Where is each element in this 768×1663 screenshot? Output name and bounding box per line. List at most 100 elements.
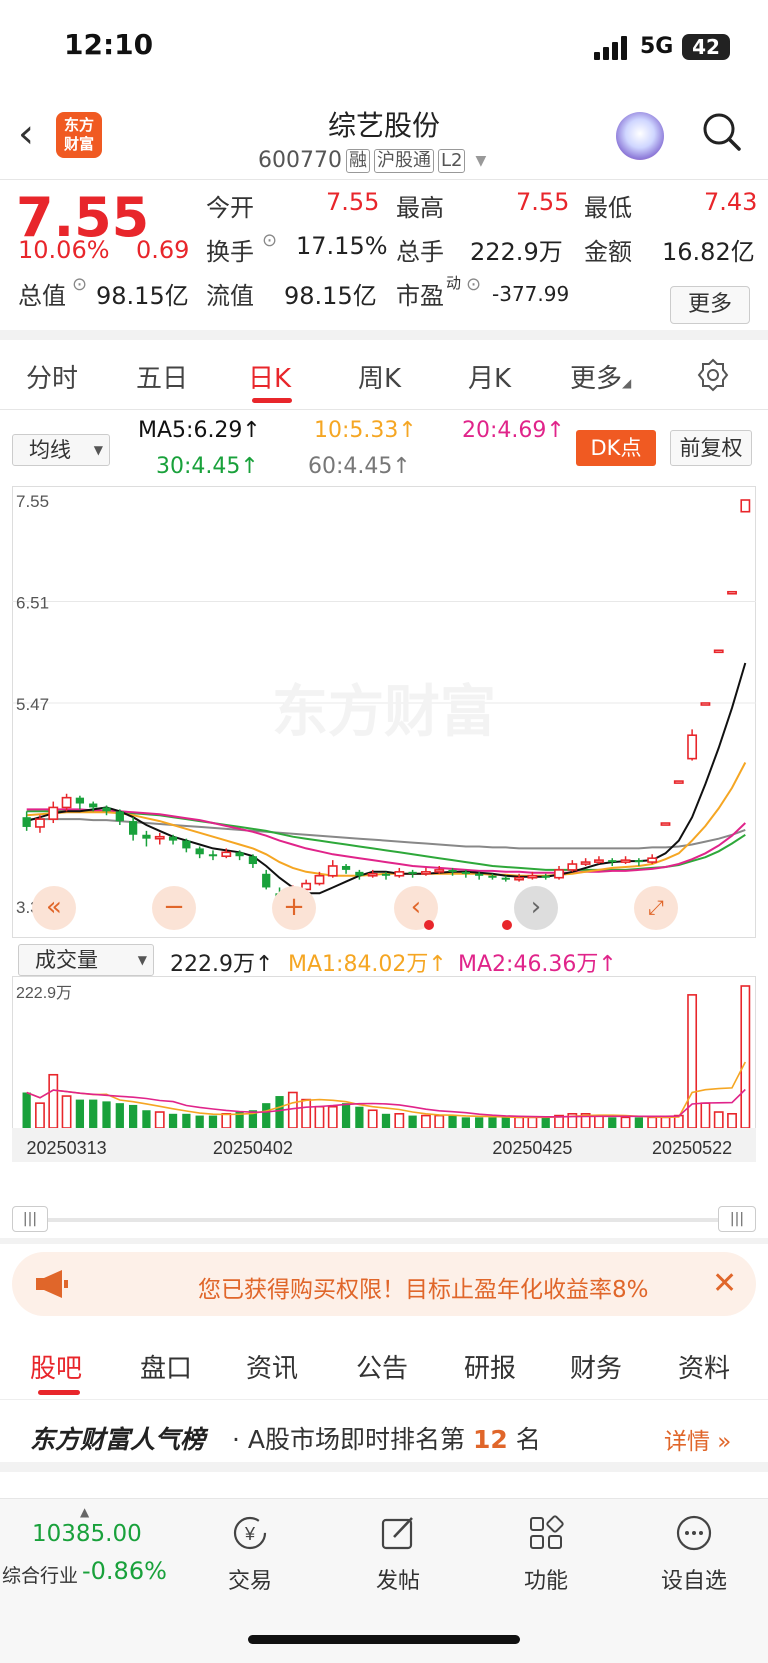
rank-detail-link[interactable]: 详情 »: [664, 1422, 731, 1456]
volume-bar: [355, 1106, 364, 1128]
volume-bar: [620, 1116, 631, 1129]
vol-ma2-label: MA2:46.36万↑: [458, 952, 617, 977]
adjust-button[interactable]: 前复权: [670, 430, 752, 466]
indicator-select[interactable]: 均线 ▼: [12, 434, 110, 466]
volume-chart[interactable]: 222.9万 20250313 20250402 20250425 20250522: [12, 976, 756, 1162]
range-slider[interactable]: ||| |||: [12, 1206, 756, 1232]
rank-brand: 东方财富人气榜: [30, 1425, 206, 1454]
float-value: 98.15亿: [284, 282, 377, 310]
tab-intraday[interactable]: 分时: [26, 358, 78, 395]
volume-bar: [461, 1117, 470, 1128]
rewind-icon[interactable]: «: [32, 886, 76, 930]
status-time: 12:10: [64, 28, 154, 61]
tab-daily-k[interactable]: 日K: [248, 358, 291, 395]
turnover-value: 17.15%: [296, 232, 388, 260]
candle-body: [195, 848, 204, 855]
event-dot[interactable]: [424, 920, 434, 930]
zoom-in-icon[interactable]: +: [272, 886, 316, 930]
mktcap-label: 总值: [18, 282, 66, 310]
promo-banner[interactable]: 您已获得购买权限！目标止盈年化收益率8% ✕: [12, 1252, 756, 1316]
date-tick-label: 20250313: [27, 1138, 107, 1158]
price-tick-label: 6.51: [16, 594, 49, 613]
range-handle-left[interactable]: |||: [12, 1206, 48, 1232]
zoom-out-icon[interactable]: −: [152, 886, 196, 930]
bottom-nav: ▲ 10385.00 综合行业 -0.86% ¥ 交易 发帖 功能 设自选: [0, 1498, 768, 1663]
nav-trade-label: 交易: [227, 1569, 272, 1594]
nav-watchlist[interactable]: 设自选: [644, 1513, 744, 1595]
volume-bar: [740, 985, 751, 1129]
stock-header: ‹ 东方 财富 综艺股份 600770 融 沪股通 L2 ▼: [0, 96, 768, 180]
index-change[interactable]: -0.86%: [82, 1557, 167, 1585]
candle-body: [168, 836, 178, 841]
tag-margin: 融: [345, 148, 370, 173]
dk-point-button[interactable]: DK点: [576, 430, 656, 466]
more-button[interactable]: 更多: [670, 286, 750, 324]
index-name[interactable]: 综合行业: [2, 1561, 78, 1588]
nav-trade[interactable]: ¥ 交易: [200, 1513, 300, 1595]
promo-text: 您已获得购买权限！目标止盈年化收益率8%: [198, 1277, 649, 1303]
tab-five-day[interactable]: 五日: [136, 358, 188, 395]
tab-research[interactable]: 研报: [464, 1348, 516, 1385]
tab-monthly-k[interactable]: 月K: [468, 358, 511, 395]
volume-bar: [341, 1103, 351, 1128]
mktcap-value: 98.15亿: [96, 282, 189, 310]
candle-body: [154, 835, 165, 840]
tab-more-label: 更多: [570, 364, 623, 394]
event-dot[interactable]: [502, 920, 512, 930]
popularity-rank[interactable]: 东方财富人气榜 · A股市场即时排名第 12 名 详情 »: [0, 1400, 768, 1472]
pe-sup: 动: [446, 274, 462, 292]
content-tabs: 股吧 盘口 资讯 公告 研报 财务 资料: [0, 1330, 768, 1400]
range-handle-right[interactable]: |||: [718, 1206, 756, 1232]
candle-body: [221, 851, 232, 858]
open-label: 今开: [206, 194, 254, 222]
quote-panel: 7.55 10.06% 0.69 今开 7.55 最高 7.55 最低 7.43…: [0, 180, 768, 340]
robot-assistant-icon[interactable]: [616, 112, 664, 160]
volume-bar: [713, 1111, 724, 1129]
candle-body: [262, 873, 271, 888]
volume-bar: [115, 1103, 124, 1128]
candle-body: [89, 803, 98, 808]
tab-announcements[interactable]: 公告: [356, 1348, 408, 1385]
svg-text:¥: ¥: [244, 1524, 256, 1544]
home-indicator: [248, 1635, 520, 1644]
candle-body: [727, 590, 737, 595]
active-tab-indicator: [38, 1390, 80, 1395]
tab-news[interactable]: 资讯: [246, 1348, 298, 1385]
candle-body: [475, 873, 484, 876]
settings-gear-icon[interactable]: [696, 358, 730, 392]
ma10-label: 10:5.33↑: [314, 418, 417, 443]
candlestick-chart[interactable]: 东方财富 7.556.515.473.39: [12, 486, 756, 938]
nav-functions[interactable]: 功能: [496, 1513, 596, 1595]
volume-bar: [634, 1117, 643, 1128]
status-bar: 12:10 5G 42: [0, 0, 768, 96]
volume-bar: [448, 1115, 457, 1128]
search-icon[interactable]: [702, 112, 742, 152]
close-icon[interactable]: ✕: [712, 1266, 737, 1301]
candle-body: [514, 876, 525, 881]
volume-indicator-select[interactable]: 成交量 ▼: [18, 944, 154, 976]
edit-post-icon: [381, 1517, 413, 1550]
stock-subline[interactable]: 600770 融 沪股通 L2 ▼: [258, 148, 486, 173]
high-value: 7.55: [516, 188, 570, 216]
tab-more[interactable]: 更多◢: [570, 358, 631, 395]
volume-bar: [75, 1099, 85, 1128]
fullscreen-icon[interactable]: ⤢: [634, 886, 678, 930]
tab-orderbook[interactable]: 盘口: [140, 1348, 192, 1385]
network-label: 5G: [640, 34, 674, 59]
price-tick-label: 7.55: [16, 492, 49, 511]
volume-bar: [727, 1113, 737, 1129]
info-icon[interactable]: ⊙: [72, 274, 87, 295]
open-value: 7.55: [326, 188, 380, 216]
change-amount: 0.69: [136, 236, 190, 264]
tab-financials[interactable]: 财务: [570, 1348, 622, 1385]
chevron-right-icon[interactable]: ›: [514, 886, 558, 930]
volume-bar: [608, 1117, 617, 1128]
index-value[interactable]: 10385.00: [32, 1521, 142, 1547]
tab-profile[interactable]: 资料: [678, 1348, 730, 1385]
nav-post[interactable]: 发帖: [348, 1513, 448, 1595]
tab-weekly-k[interactable]: 周K: [358, 358, 401, 395]
tab-forum[interactable]: 股吧: [30, 1348, 82, 1385]
candle-body: [634, 860, 643, 863]
info-icon[interactable]: ⊙: [466, 274, 481, 295]
info-icon[interactable]: ⊙: [262, 230, 277, 251]
